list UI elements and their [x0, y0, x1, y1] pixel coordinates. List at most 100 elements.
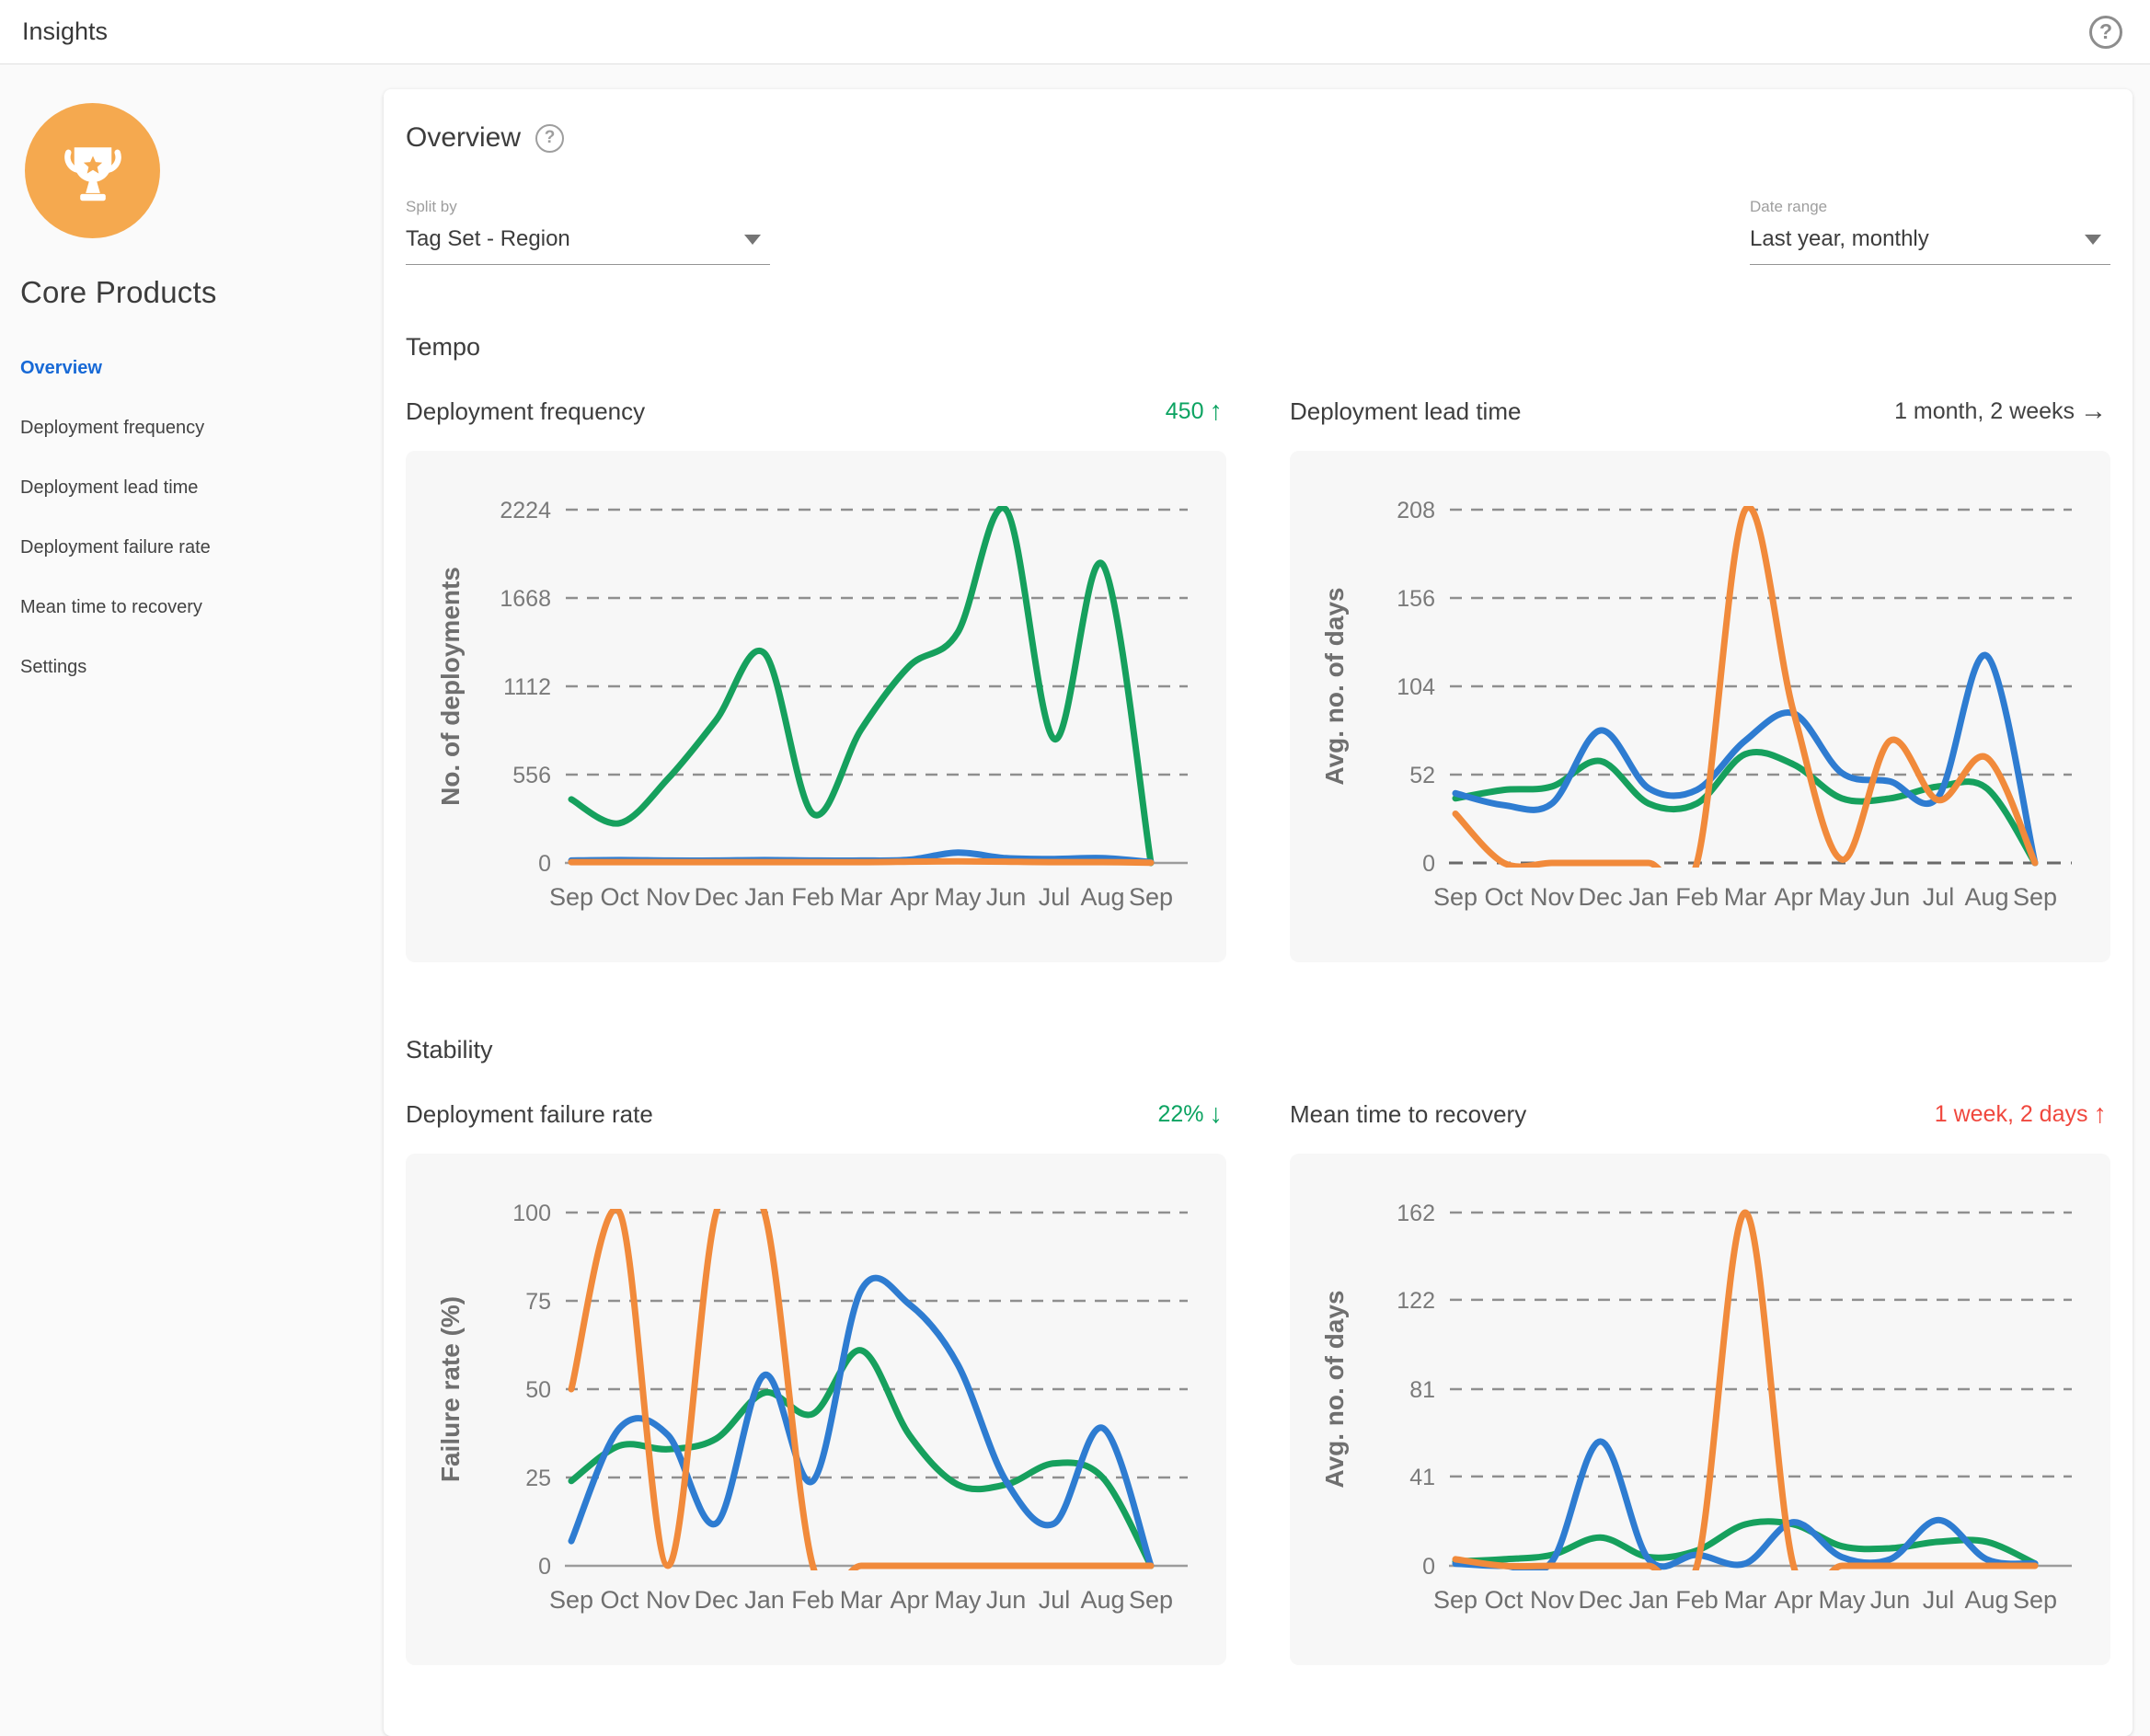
sidebar-item-deployment-frequency[interactable]: Deployment frequency	[20, 418, 363, 439]
svg-text:Sep: Sep	[2013, 1586, 2057, 1614]
chart-title-mean-time-to-recovery: Mean time to recovery	[1290, 1100, 1526, 1129]
app-title: Insights	[22, 17, 108, 46]
svg-text:Jun: Jun	[1870, 1586, 1911, 1614]
svg-text:Apr: Apr	[1774, 1586, 1812, 1614]
chart-title-deployment-frequency: Deployment frequency	[406, 397, 645, 426]
svg-text:Jun: Jun	[986, 883, 1027, 911]
trend-flat-icon: →	[2080, 397, 2107, 427]
svg-text:Nov: Nov	[646, 1586, 691, 1614]
sidebar-item-deployment-lead-time[interactable]: Deployment lead time	[20, 477, 363, 499]
sidebar-item-mean-time-to-recovery[interactable]: Mean time to recovery	[20, 597, 363, 618]
svg-text:156: 156	[1397, 586, 1435, 612]
sidebar-item-overview[interactable]: Overview	[20, 358, 363, 379]
report-avatar	[25, 103, 160, 238]
deployment-failure-rate-chart: 0255075100Failure rate (%)SepOctNovDecJa…	[406, 1154, 1226, 1665]
svg-text:Mar: Mar	[1724, 883, 1767, 911]
help-icon[interactable]: ?	[2089, 16, 2122, 49]
sidebar-item-settings[interactable]: Settings	[20, 657, 363, 678]
svg-text:Jan: Jan	[744, 883, 785, 911]
svg-text:Jan: Jan	[1628, 1586, 1669, 1614]
svg-text:Oct: Oct	[1484, 883, 1523, 911]
svg-text:Sep: Sep	[549, 1586, 593, 1614]
report-title: Core Products	[20, 275, 363, 310]
split-by-label: Split by	[406, 198, 770, 216]
svg-text:Sep: Sep	[1433, 1586, 1477, 1614]
svg-text:75: 75	[525, 1289, 551, 1315]
metric-change-badge: 1 month, 2 weeks →	[1894, 397, 2107, 427]
svg-text:208: 208	[1397, 498, 1435, 523]
svg-text:104: 104	[1397, 674, 1435, 700]
date-range-label: Date range	[1750, 198, 2110, 216]
svg-text:Jan: Jan	[744, 1586, 785, 1614]
svg-text:52: 52	[1409, 763, 1435, 788]
sidebar-item-deployment-failure-rate[interactable]: Deployment failure rate	[20, 537, 363, 558]
svg-text:Sep: Sep	[549, 883, 593, 911]
svg-text:Apr: Apr	[1774, 883, 1812, 911]
svg-text:Nov: Nov	[1530, 883, 1575, 911]
svg-text:Feb: Feb	[1675, 1586, 1719, 1614]
svg-text:Dec: Dec	[1578, 1586, 1622, 1614]
svg-text:100: 100	[512, 1201, 551, 1226]
svg-text:0: 0	[538, 1554, 551, 1580]
svg-text:Sep: Sep	[1129, 1586, 1173, 1614]
svg-text:Jun: Jun	[1870, 883, 1911, 911]
svg-text:Nov: Nov	[1530, 1586, 1575, 1614]
section-title-tempo: Tempo	[406, 333, 2110, 362]
svg-text:122: 122	[1397, 1288, 1435, 1314]
mean-time-to-recovery-chart: 04181122162Avg. no. of daysSepOctNovDecJ…	[1290, 1154, 2110, 1665]
svg-text:Jul: Jul	[1923, 1586, 1955, 1614]
svg-text:Avg. no. of days: Avg. no. of days	[1320, 1290, 1349, 1488]
page-title: Overview	[406, 122, 521, 154]
svg-text:Aug: Aug	[1964, 1586, 2008, 1614]
svg-text:1668: 1668	[500, 586, 551, 612]
svg-text:Sep: Sep	[2013, 883, 2057, 911]
svg-text:May: May	[1818, 883, 1866, 911]
svg-text:Apr: Apr	[890, 883, 928, 911]
svg-text:Aug: Aug	[1080, 883, 1124, 911]
svg-text:Oct: Oct	[600, 883, 639, 911]
svg-text:Failure rate (%): Failure rate (%)	[436, 1296, 465, 1482]
trend-up-icon: ↑	[2094, 1099, 2108, 1130]
chart-title-deployment-failure-rate: Deployment failure rate	[406, 1100, 653, 1129]
chart-title-deployment-lead-time: Deployment lead time	[1290, 397, 1521, 426]
deployment-frequency-chart: 0556111216682224No. of deploymentsSepOct…	[406, 451, 1226, 962]
date-range-select[interactable]: Date range Last year, monthly	[1750, 198, 2110, 265]
svg-text:Feb: Feb	[1675, 883, 1719, 911]
svg-text:Mar: Mar	[840, 883, 883, 911]
trend-up-icon: ↑	[1210, 397, 1224, 427]
svg-text:Jul: Jul	[1039, 883, 1071, 911]
question-mark-glyph: ?	[2099, 19, 2112, 44]
question-mark-glyph: ?	[545, 128, 556, 148]
svg-text:Jul: Jul	[1923, 883, 1955, 911]
svg-text:81: 81	[1409, 1377, 1435, 1403]
svg-text:0: 0	[538, 851, 551, 877]
overview-help-icon[interactable]: ?	[535, 124, 564, 153]
svg-text:Jun: Jun	[986, 1586, 1027, 1614]
svg-text:Avg. no. of days: Avg. no. of days	[1320, 587, 1349, 785]
deployment-lead-time-chart: 052104156208Avg. no. of daysSepOctNovDec…	[1290, 451, 2110, 962]
svg-text:Dec: Dec	[694, 1586, 738, 1614]
svg-text:May: May	[1818, 1586, 1866, 1614]
svg-text:May: May	[934, 883, 982, 911]
trophy-icon	[51, 129, 135, 213]
svg-text:Nov: Nov	[646, 883, 691, 911]
svg-text:Jul: Jul	[1039, 1586, 1071, 1614]
svg-text:No. of deployments: No. of deployments	[436, 567, 465, 806]
top-bar: Insights ?	[0, 0, 2150, 64]
svg-text:0: 0	[1422, 851, 1435, 877]
svg-text:Oct: Oct	[600, 1586, 639, 1614]
split-by-select[interactable]: Split by Tag Set - Region	[406, 198, 770, 265]
svg-text:0: 0	[1422, 1554, 1435, 1580]
date-range-value: Last year, monthly	[1750, 226, 1929, 252]
svg-text:Jan: Jan	[1628, 883, 1669, 911]
svg-text:May: May	[934, 1586, 982, 1614]
metric-change-badge: 22% ↓	[1157, 1099, 1223, 1130]
chevron-down-icon	[744, 235, 761, 245]
section-title-stability: Stability	[406, 1036, 2110, 1064]
sidebar-nav: Overview Deployment frequency Deployment…	[20, 358, 363, 678]
svg-text:Oct: Oct	[1484, 1586, 1523, 1614]
svg-text:Sep: Sep	[1433, 883, 1477, 911]
svg-text:Aug: Aug	[1080, 1586, 1124, 1614]
svg-text:Dec: Dec	[694, 883, 738, 911]
svg-text:162: 162	[1397, 1201, 1435, 1226]
